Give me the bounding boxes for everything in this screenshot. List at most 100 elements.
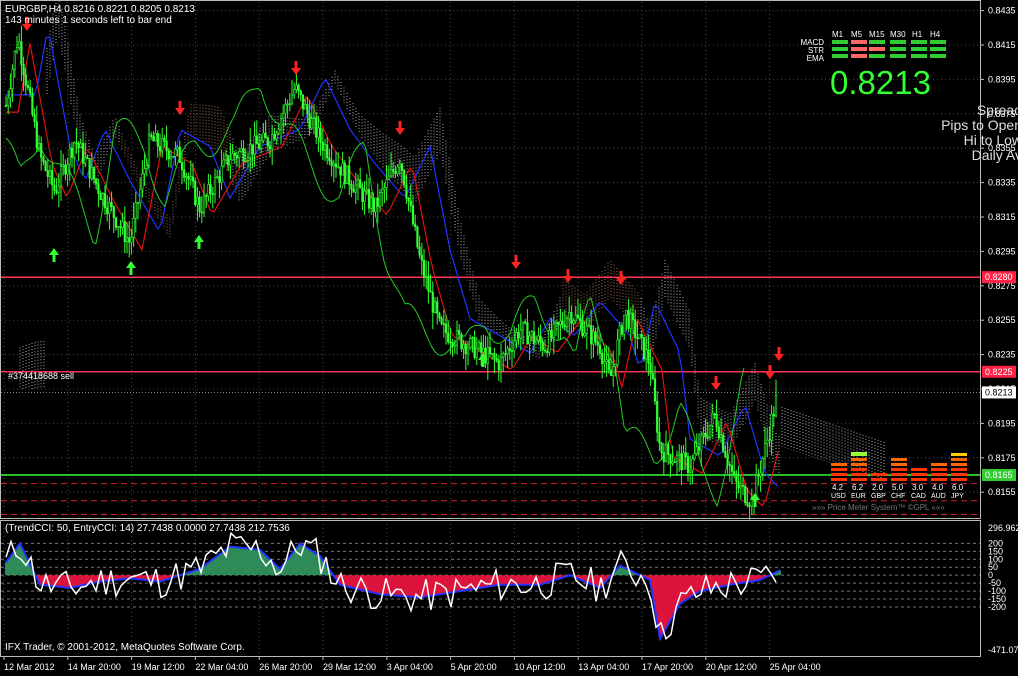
candle-body (306, 104, 309, 114)
candle-body (730, 465, 734, 472)
candle-body (106, 207, 109, 215)
candle-body (200, 211, 203, 214)
candle-body (748, 505, 751, 507)
candle-body (634, 319, 637, 339)
candle-body (455, 329, 459, 346)
bar-countdown: 143 minutes 1 seconds left to bar end (5, 15, 172, 26)
candle-body (334, 163, 338, 168)
candle-body (108, 202, 111, 215)
level-tag-label: 0.8165 (985, 470, 1013, 480)
candle-body (319, 127, 322, 143)
meter-segment (951, 468, 967, 471)
price-tick-label: 0.8235 (988, 350, 1016, 360)
candle-body (321, 141, 324, 151)
candle-body (86, 157, 89, 159)
candle-body (341, 162, 344, 176)
stat-label-hilo: Hi to Low (963, 132, 1018, 148)
candle-body (620, 325, 624, 335)
meter-code-cad: CAD (911, 493, 926, 500)
meter-segment (931, 468, 947, 471)
candle-body (218, 176, 221, 183)
candle-body (475, 347, 478, 358)
timeframe-m5: M5 (851, 30, 863, 39)
candle-body (312, 117, 316, 119)
candle-body (293, 89, 296, 96)
meter-top-eur (851, 452, 867, 456)
candle-body (662, 452, 665, 462)
candle-body (191, 176, 195, 182)
candle-body (763, 443, 767, 459)
candle-body (436, 301, 439, 314)
time-tick-label: 13 Apr 04:00 (578, 662, 629, 672)
candle-body (385, 178, 388, 189)
candle-body (651, 372, 654, 379)
candle-body (671, 461, 674, 464)
meter-segment (851, 473, 867, 476)
candle-body (350, 184, 353, 190)
meter-value-cad: 3.0 (912, 483, 924, 492)
candle-body (722, 434, 725, 452)
timeframe-h1: H1 (912, 30, 923, 39)
candle-body (502, 353, 505, 358)
candle-body (431, 291, 434, 313)
stat-row-daily: Daily Av35 (852, 148, 1018, 163)
candle-body (480, 342, 483, 353)
candle-body (53, 184, 56, 192)
candle-body (233, 153, 236, 156)
candle-body (453, 344, 456, 347)
candle-body (277, 129, 280, 134)
candle-body (700, 434, 703, 451)
candle-body (249, 144, 252, 158)
candle-body (464, 344, 467, 355)
candle-body (167, 150, 170, 160)
time-tick-label: 17 Apr 20:00 (642, 662, 693, 672)
candle-body (508, 348, 511, 351)
price-tick-label: 0.8155 (988, 487, 1016, 497)
candle-body (444, 323, 448, 334)
candle-body (40, 143, 43, 158)
candle-body (477, 342, 481, 349)
candle-body (642, 336, 646, 360)
meter-code-jpy: JPY (951, 493, 964, 500)
meter-segment (891, 468, 907, 471)
candle-body (339, 166, 342, 176)
candle-body (136, 202, 140, 205)
candle-body (130, 237, 133, 243)
meter-segment (831, 473, 847, 476)
candle-body (708, 425, 712, 438)
candle-body (656, 400, 659, 433)
candle-body (132, 217, 135, 238)
order-label[interactable]: #374418688 sell (8, 371, 74, 381)
candle-body (598, 344, 602, 354)
candle-body (686, 456, 690, 473)
candle-body (99, 193, 102, 201)
price-tick-label: 0.8315 (988, 212, 1016, 222)
candle-body (581, 320, 584, 336)
candle-body (290, 94, 294, 105)
candle-body (706, 436, 709, 439)
current-price-tag-label: 0.8213 (985, 387, 1013, 397)
timeframe-m30: M30 (890, 30, 906, 39)
candle-body (766, 439, 769, 444)
currency-meter: 4.2 6.2 2.0 5.0 3.0 4.0 6.0 USD EUR GBP … (812, 481, 972, 512)
candle-body (310, 118, 313, 129)
candle-body (495, 358, 498, 361)
candle-body (209, 184, 212, 194)
candle-body (356, 179, 360, 186)
candle-body (425, 275, 428, 278)
candle-body (625, 310, 628, 316)
candle-body (565, 318, 569, 328)
candle-body (746, 502, 749, 506)
candle-body (605, 359, 608, 362)
candle-body (332, 163, 335, 167)
time-tick-label: 10 Apr 12:00 (514, 662, 565, 672)
level-tag-label: 0.8225 (985, 367, 1013, 377)
candle-body (152, 136, 155, 142)
time-tick-label: 14 Mar 20:00 (68, 662, 121, 672)
candle-body (222, 159, 225, 167)
candle-body (407, 197, 410, 202)
candle-body (68, 147, 71, 165)
candle-body (240, 148, 243, 152)
candle-body (761, 457, 764, 474)
candle-body (697, 446, 701, 451)
